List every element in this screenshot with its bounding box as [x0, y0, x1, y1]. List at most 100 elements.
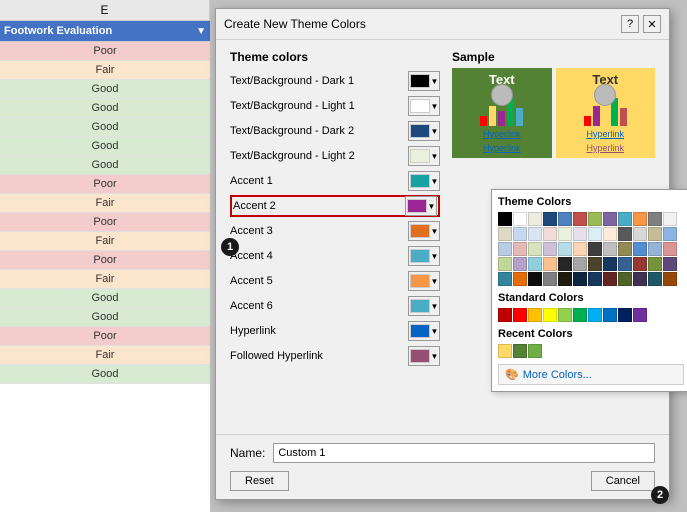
theme-color-cell[interactable] — [558, 257, 572, 271]
theme-color-cell[interactable] — [528, 242, 542, 256]
theme-color-cell[interactable] — [513, 272, 527, 286]
theme-color-cell[interactable] — [618, 242, 632, 256]
theme-color-cell[interactable] — [573, 227, 587, 241]
color-btn-8[interactable]: ▼ — [408, 271, 440, 291]
title-row[interactable]: Footwork Evaluation ▼ — [0, 21, 210, 42]
theme-color-cell[interactable] — [618, 212, 632, 226]
standard-color-cell[interactable] — [528, 308, 542, 322]
theme-color-cell[interactable] — [633, 242, 647, 256]
more-colors-button[interactable]: 🎨 More Colors... — [498, 364, 684, 385]
color-btn-2[interactable]: ▼ — [408, 121, 440, 141]
theme-row-label-7: Accent 4 — [230, 250, 408, 262]
theme-color-cell[interactable] — [573, 272, 587, 286]
theme-color-cell[interactable] — [603, 257, 617, 271]
theme-color-cell[interactable] — [663, 272, 677, 286]
name-input[interactable] — [273, 443, 655, 463]
theme-color-cell[interactable] — [543, 257, 557, 271]
hyperlink-1: Hyperlink Hyperlink — [483, 126, 521, 154]
theme-color-cell[interactable] — [543, 242, 557, 256]
reset-button[interactable]: Reset — [230, 471, 289, 491]
theme-color-cell[interactable] — [513, 242, 527, 256]
sheet-row: Good — [0, 365, 210, 384]
dropdown-icon[interactable]: ▼ — [196, 26, 206, 37]
theme-color-cell[interactable] — [648, 242, 662, 256]
theme-color-cell[interactable] — [588, 227, 602, 241]
color-btn-1[interactable]: ▼ — [408, 96, 440, 116]
theme-color-cell[interactable] — [543, 272, 557, 286]
help-button[interactable]: ? — [621, 15, 639, 33]
theme-color-cell[interactable] — [633, 227, 647, 241]
recent-color-cell[interactable] — [513, 344, 527, 358]
theme-color-cell[interactable] — [558, 212, 572, 226]
theme-color-cell[interactable] — [588, 257, 602, 271]
standard-color-cell[interactable] — [618, 308, 632, 322]
color-btn-9[interactable]: ▼ — [408, 296, 440, 316]
standard-colors-row[interactable] — [498, 308, 684, 322]
close-button[interactable]: ✕ — [643, 15, 661, 33]
color-btn-3[interactable]: ▼ — [408, 146, 440, 166]
theme-color-cell[interactable] — [618, 227, 632, 241]
color-btn-6[interactable]: ▼ — [408, 221, 440, 241]
theme-color-cell[interactable] — [603, 272, 617, 286]
theme-color-cell[interactable] — [648, 272, 662, 286]
theme-color-cell[interactable] — [648, 227, 662, 241]
theme-color-cell[interactable] — [573, 257, 587, 271]
theme-color-cell[interactable] — [558, 272, 572, 286]
theme-color-cell[interactable] — [603, 212, 617, 226]
standard-color-cell[interactable] — [603, 308, 617, 322]
recent-colors-row[interactable] — [498, 344, 684, 358]
theme-color-cell[interactable] — [603, 227, 617, 241]
theme-color-cell[interactable] — [633, 272, 647, 286]
color-btn-10[interactable]: ▼ — [408, 321, 440, 341]
theme-color-cell[interactable] — [498, 272, 512, 286]
theme-color-cell[interactable] — [543, 212, 557, 226]
theme-color-cell[interactable] — [498, 257, 512, 271]
theme-color-cell[interactable] — [663, 227, 677, 241]
standard-color-cell[interactable] — [633, 308, 647, 322]
theme-color-cell[interactable] — [618, 257, 632, 271]
color-btn-4[interactable]: ▼ — [408, 171, 440, 191]
cancel-button[interactable]: Cancel — [591, 471, 655, 491]
theme-color-cell[interactable] — [588, 242, 602, 256]
theme-color-cell[interactable] — [558, 242, 572, 256]
theme-color-cell[interactable] — [663, 242, 677, 256]
theme-color-cell[interactable] — [498, 212, 512, 226]
theme-color-grid[interactable] — [498, 212, 684, 286]
theme-color-cell[interactable] — [573, 242, 587, 256]
theme-color-cell[interactable] — [663, 212, 677, 226]
theme-color-cell[interactable] — [573, 212, 587, 226]
theme-color-cell[interactable] — [498, 242, 512, 256]
theme-color-cell[interactable] — [513, 212, 527, 226]
theme-color-cell[interactable] — [558, 227, 572, 241]
theme-color-cell[interactable] — [588, 272, 602, 286]
recent-color-cell[interactable] — [528, 344, 542, 358]
color-btn-7[interactable]: ▼ — [408, 246, 440, 266]
color-btn-11[interactable]: ▼ — [408, 346, 440, 366]
theme-color-cell[interactable] — [663, 257, 677, 271]
theme-color-cell[interactable] — [528, 212, 542, 226]
theme-color-cell[interactable] — [528, 272, 542, 286]
theme-color-cell[interactable] — [648, 212, 662, 226]
theme-color-cell[interactable] — [528, 257, 542, 271]
recent-color-cell[interactable] — [498, 344, 512, 358]
standard-color-cell[interactable] — [573, 308, 587, 322]
theme-color-cell[interactable] — [513, 257, 527, 271]
standard-color-cell[interactable] — [498, 308, 512, 322]
theme-color-cell[interactable] — [513, 227, 527, 241]
standard-color-cell[interactable] — [558, 308, 572, 322]
color-dropdown-arrow-9: ▼ — [431, 302, 439, 311]
standard-color-cell[interactable] — [513, 308, 527, 322]
theme-color-cell[interactable] — [633, 212, 647, 226]
theme-color-cell[interactable] — [618, 272, 632, 286]
theme-color-cell[interactable] — [648, 257, 662, 271]
theme-color-cell[interactable] — [603, 242, 617, 256]
theme-color-cell[interactable] — [633, 257, 647, 271]
color-btn-0[interactable]: ▼ — [408, 71, 440, 91]
theme-color-cell[interactable] — [528, 227, 542, 241]
standard-color-cell[interactable] — [588, 308, 602, 322]
theme-color-cell[interactable] — [543, 227, 557, 241]
color-btn-5[interactable]: ▼ — [405, 196, 437, 216]
theme-color-cell[interactable] — [588, 212, 602, 226]
standard-color-cell[interactable] — [543, 308, 557, 322]
theme-color-cell[interactable] — [498, 227, 512, 241]
